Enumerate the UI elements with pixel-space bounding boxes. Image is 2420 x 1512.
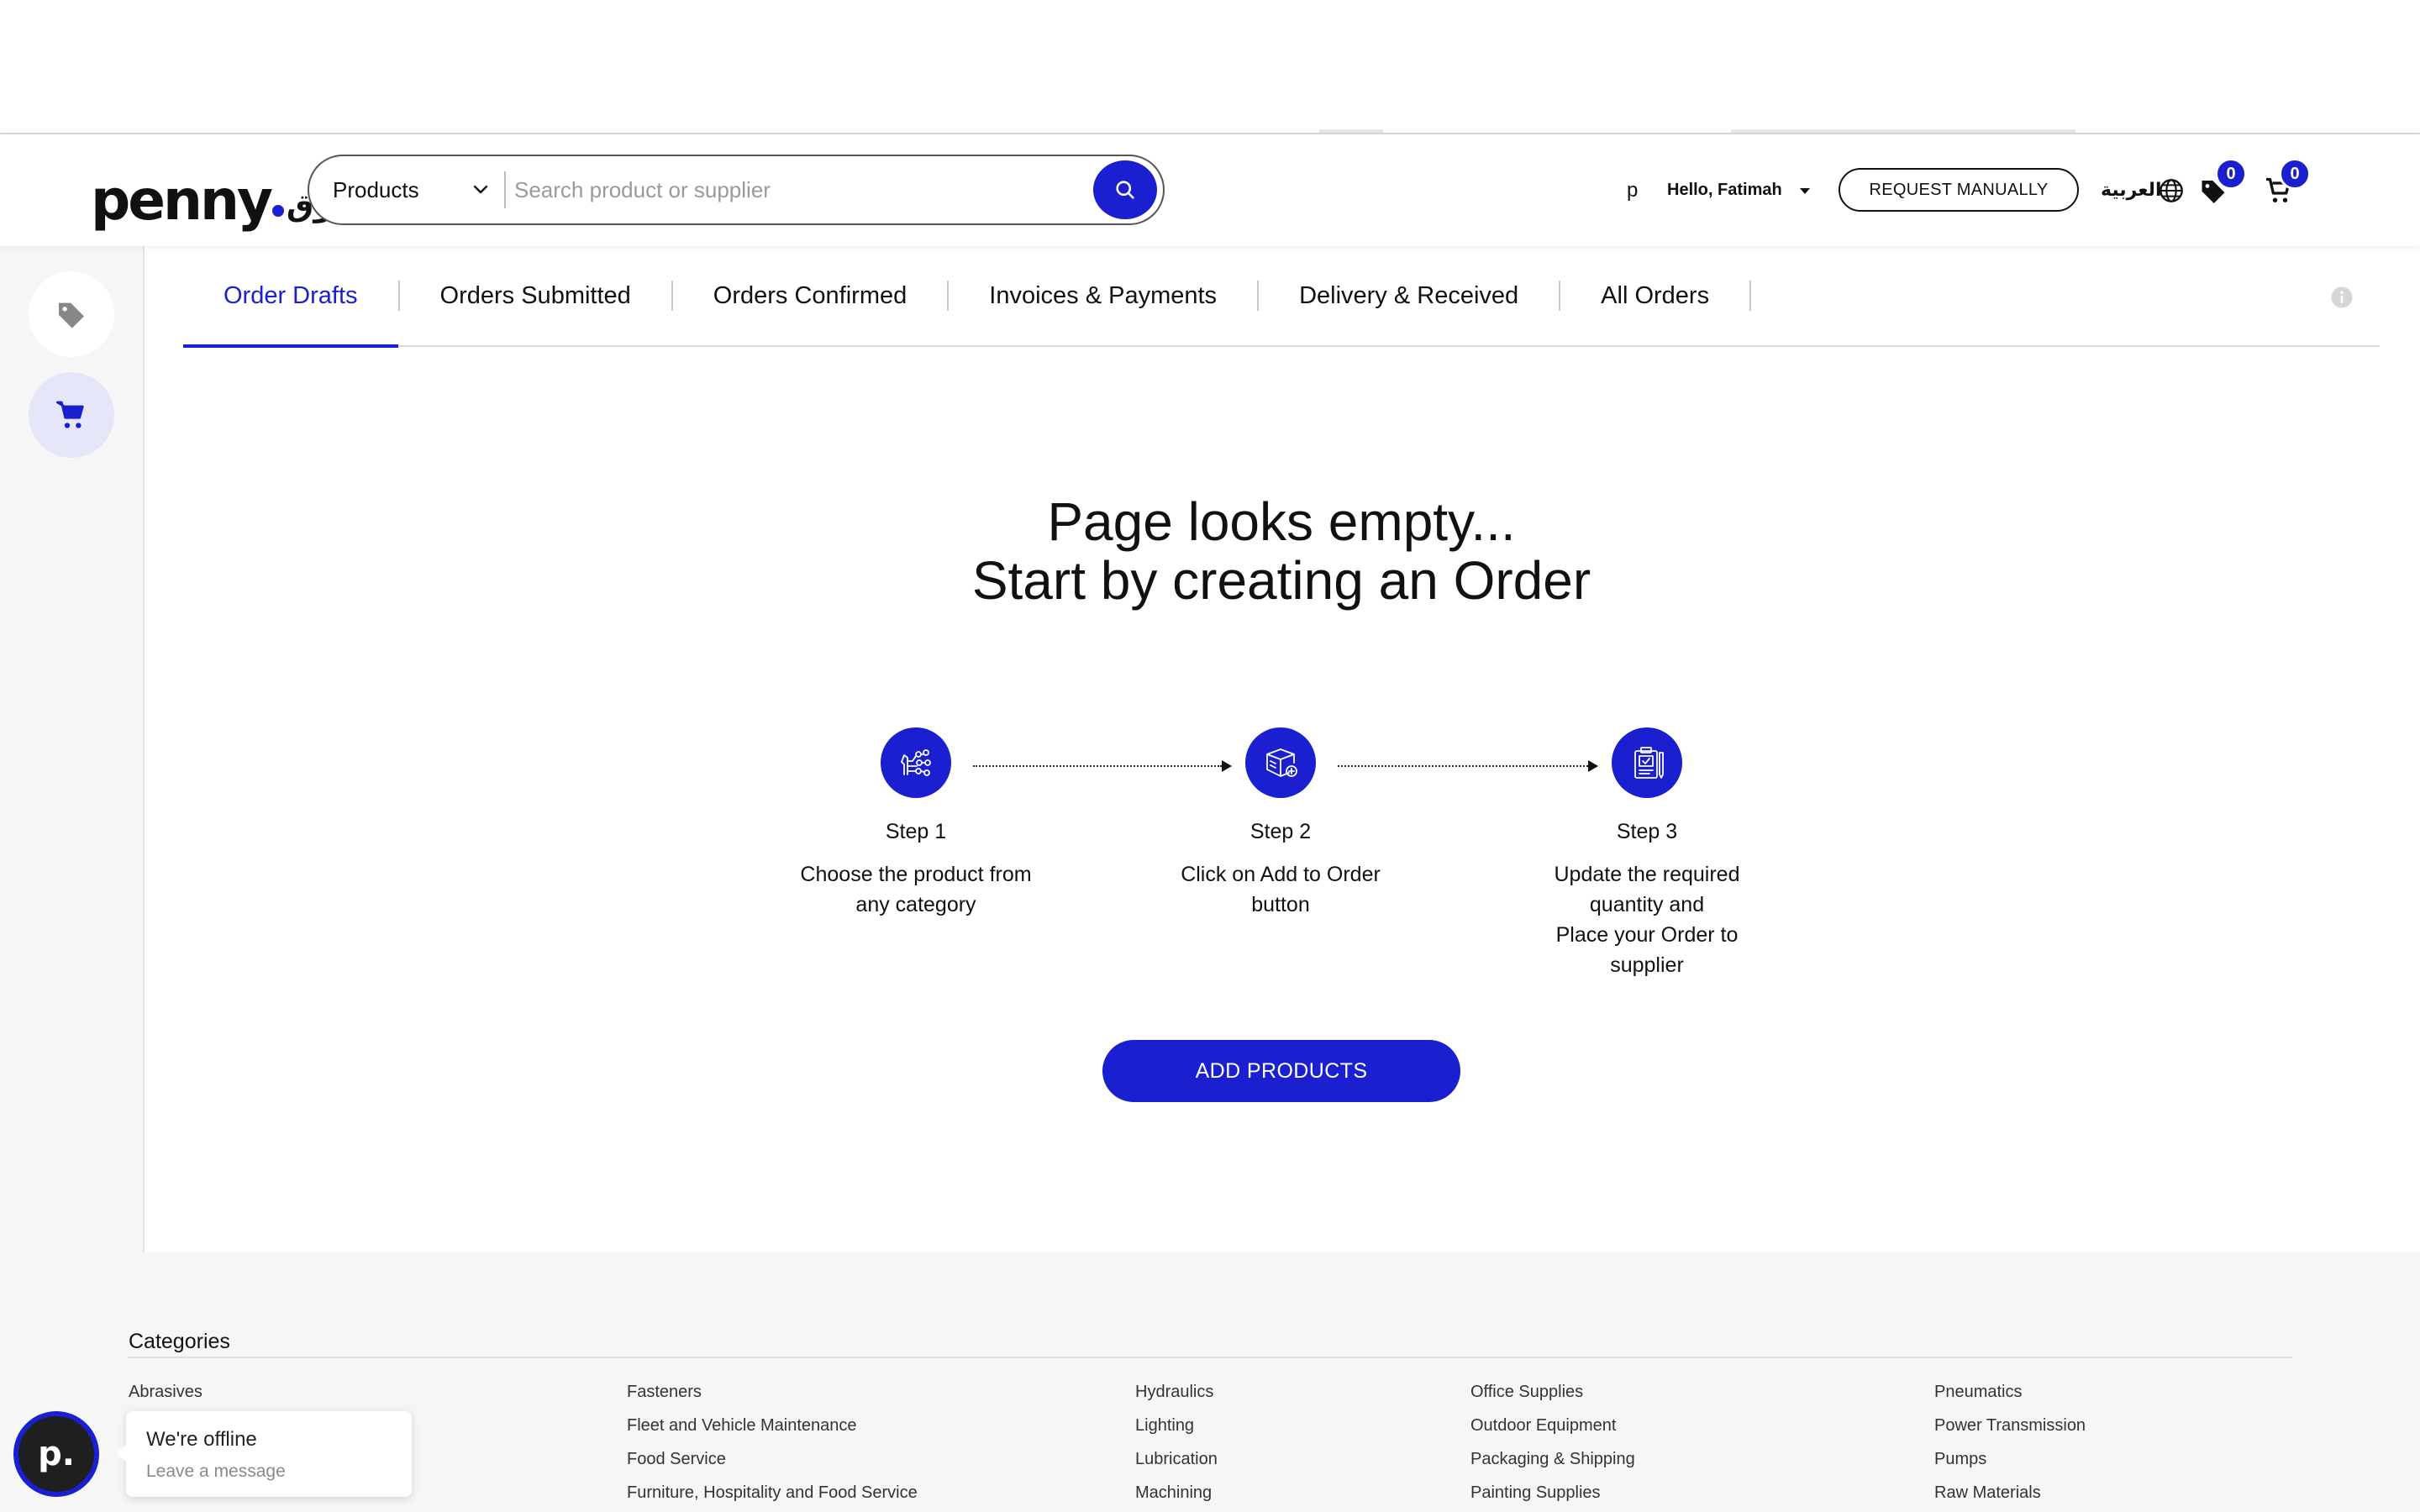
globe-icon (2160, 178, 2183, 202)
step-2-circle (1245, 727, 1316, 798)
tab-invoices-payments[interactable]: Invoices & Payments (949, 245, 1257, 346)
language-globe[interactable] (2158, 134, 2185, 246)
step-2-desc-line: button (1251, 893, 1310, 916)
clipboard-order-icon (1634, 747, 1664, 779)
wishlist-button[interactable]: 0 (2198, 134, 2247, 246)
chat-status-text: We're offline (146, 1428, 257, 1451)
search-input[interactable] (506, 176, 1093, 203)
cart-icon (56, 401, 84, 428)
chat-offline-bubble[interactable]: We're offline Leave a message (116, 1411, 412, 1497)
chat-avatar-logo: p. (18, 1416, 94, 1492)
search-button[interactable] (1093, 160, 1157, 219)
footer-category-link[interactable]: Lighting (1135, 1409, 1218, 1442)
step-3-circle (1612, 727, 1682, 798)
chat-launcher[interactable]: p. (13, 1411, 99, 1497)
chat-leave-message: Leave a message (146, 1462, 286, 1481)
user-initial: p (1627, 178, 1639, 202)
order-steps: Step 1 Choose the product from any categ… (0, 727, 2420, 996)
footer-divider (129, 1357, 2291, 1358)
order-tabs: Order Drafts Orders Submitted Orders Con… (183, 245, 2380, 348)
step-3-desc-line: supplier (1610, 953, 1684, 977)
footer-category-link[interactable]: Food Service (627, 1442, 918, 1476)
footer-category-link[interactable]: Hydraulics (1135, 1375, 1218, 1409)
footer-category-link[interactable]: Abrasives (129, 1375, 203, 1409)
footer-category-link[interactable]: Furniture, Hospitality and Food Service (627, 1476, 918, 1509)
step-3-desc-line: Place your Order to (1555, 923, 1739, 947)
search-category-select[interactable]: Products (309, 156, 504, 223)
footer-category-link[interactable]: Outdoor Equipment (1470, 1409, 1635, 1442)
logo-dot (272, 205, 285, 217)
choose-product-icon (901, 749, 931, 776)
language-switch[interactable]: العربية (2101, 134, 2162, 246)
footer-category-link[interactable]: Fleet and Vehicle Maintenance (627, 1409, 918, 1442)
footer-category-link[interactable]: Fasteners (627, 1375, 918, 1409)
tab-all-orders[interactable]: All Orders (1560, 245, 1749, 346)
caret-down-icon (1800, 187, 1810, 194)
search-bar: Products (308, 155, 1165, 225)
footer-categories-title: Categories (129, 1330, 230, 1353)
add-products-button[interactable]: ADD PRODUCTS (1102, 1040, 1460, 1102)
user-greeting[interactable]: Hello, Fatimah (1667, 134, 1782, 246)
step-2: Step 2 Click on Add to Order button (1138, 727, 1423, 920)
empty-state-line1: Page looks empty... (1047, 491, 1516, 552)
tab-divider (1749, 281, 1752, 311)
footer-category-link[interactable]: Painting Supplies (1470, 1476, 1635, 1509)
logo-text-en: penny (91, 168, 273, 233)
wishlist-count-badge: 0 (2215, 158, 2247, 190)
footer-category-link[interactable]: Raw Materials (1934, 1476, 2086, 1509)
step-2-label: Step 2 (1249, 820, 1312, 843)
sidebar-item-offers[interactable] (29, 271, 114, 357)
step-3-desc-line: quantity and (1589, 893, 1705, 916)
top-band-segment (1731, 129, 2075, 133)
browser-top-band (0, 0, 2420, 134)
info-icon (2331, 286, 2353, 308)
step-1-desc-line: any category (855, 893, 976, 916)
footer-category-link[interactable]: Packaging & Shipping (1470, 1442, 1635, 1476)
tab-order-drafts[interactable]: Order Drafts (183, 245, 398, 348)
sidebar-item-orders[interactable] (29, 372, 114, 458)
step-1-label: Step 1 (885, 820, 947, 843)
info-button[interactable] (2329, 285, 2354, 314)
step-2-desc-line: Click on Add to Order (1181, 863, 1381, 886)
footer-category-link[interactable]: Pumps (1934, 1442, 2086, 1476)
footer-category-link[interactable]: Machining (1135, 1476, 1218, 1509)
step-3-desc-line: Update the required (1554, 863, 1740, 886)
site-header: penny سوق Products p Hello, Fatimah REQU… (0, 134, 2420, 246)
step-2-description: Click on Add to Order button (1138, 859, 1423, 920)
tab-orders-confirmed[interactable]: Orders Confirmed (673, 245, 947, 346)
footer-category-link[interactable]: Lubrication (1135, 1442, 1218, 1476)
top-band-segment (1319, 129, 1383, 133)
step-1-circle (881, 727, 951, 798)
footer-category-link[interactable]: Office Supplies (1470, 1375, 1635, 1409)
cart-count-badge: 0 (2279, 158, 2311, 190)
add-to-order-box-icon (1266, 748, 1297, 777)
footer-column: Hydraulics Lighting Lubrication Machinin… (1135, 1375, 1218, 1509)
search-category-label: Products (333, 176, 419, 202)
footer-column: Pneumatics Power Transmission Pumps Raw … (1934, 1375, 2086, 1509)
search-icon (1116, 181, 1134, 199)
footer-category-link[interactable]: Power Transmission (1934, 1409, 2086, 1442)
footer-column: Abrasives (129, 1375, 203, 1409)
step-3-description: Update the required quantity and Place y… (1504, 859, 1790, 980)
footer-category-link[interactable]: Pneumatics (1934, 1375, 2086, 1409)
request-manually-button[interactable]: REQUEST MANUALLY (1839, 168, 2079, 212)
tab-orders-submitted[interactable]: Orders Submitted (400, 245, 671, 346)
step-3: Step 3 Update the required quantity and … (1504, 727, 1790, 980)
tab-delivery-received[interactable]: Delivery & Received (1259, 245, 1559, 346)
user-menu-toggle[interactable] (1797, 134, 1813, 246)
empty-state-title: Page looks empty... Start by creating an… (183, 492, 2380, 610)
empty-state-line2: Start by creating an Order (971, 550, 1591, 611)
cart-button[interactable]: 0 (2264, 134, 2311, 246)
step-1-desc-line: Choose the product from (800, 863, 1032, 886)
footer-column: Office Supplies Outdoor Equipment Packag… (1470, 1375, 1635, 1509)
step-1: Step 1 Choose the product from any categ… (773, 727, 1059, 920)
chevron-down-icon (473, 185, 488, 194)
tag-icon (59, 302, 84, 328)
step-1-description: Choose the product from any category (773, 859, 1059, 920)
step-3-label: Step 3 (1616, 820, 1678, 843)
footer-column: Fasteners Fleet and Vehicle Maintenance … (627, 1375, 918, 1509)
